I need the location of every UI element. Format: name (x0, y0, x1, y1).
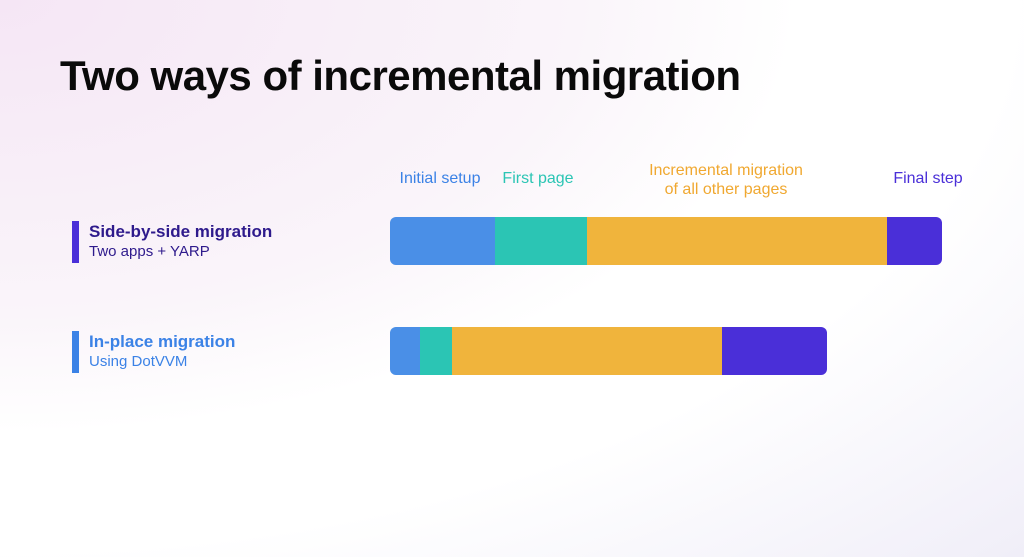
segment-purple (887, 217, 942, 265)
segment-blue (390, 217, 495, 265)
segments-row-0 (390, 217, 942, 265)
row-accent-bar (72, 221, 79, 263)
row-title: In-place migration (89, 331, 235, 352)
phase-label-final: Final step (883, 169, 973, 188)
row-label-in-place: In-place migration Using DotVVM (72, 331, 235, 373)
segment-teal (495, 217, 587, 265)
row-subtitle: Using DotVVM (89, 352, 235, 372)
phase-label-initial: Initial setup (390, 169, 490, 188)
segment-yellow (452, 327, 722, 375)
segment-yellow (587, 217, 887, 265)
segments-row-1 (390, 327, 827, 375)
phase-label-first: First page (493, 169, 583, 188)
segment-teal (420, 327, 452, 375)
row-label-side-by-side: Side-by-side migration Two apps + YARP (72, 221, 272, 263)
phase-labels: Initial setup First page Incremental mig… (390, 155, 970, 205)
segment-purple (722, 327, 827, 375)
row-title: Side-by-side migration (89, 221, 272, 242)
phase-label-incremental: Incremental migrationof all other pages (586, 161, 866, 199)
segment-blue (390, 327, 420, 375)
row-subtitle: Two apps + YARP (89, 242, 272, 262)
slide-title: Two ways of incremental migration (60, 52, 741, 100)
row-accent-bar (72, 331, 79, 373)
